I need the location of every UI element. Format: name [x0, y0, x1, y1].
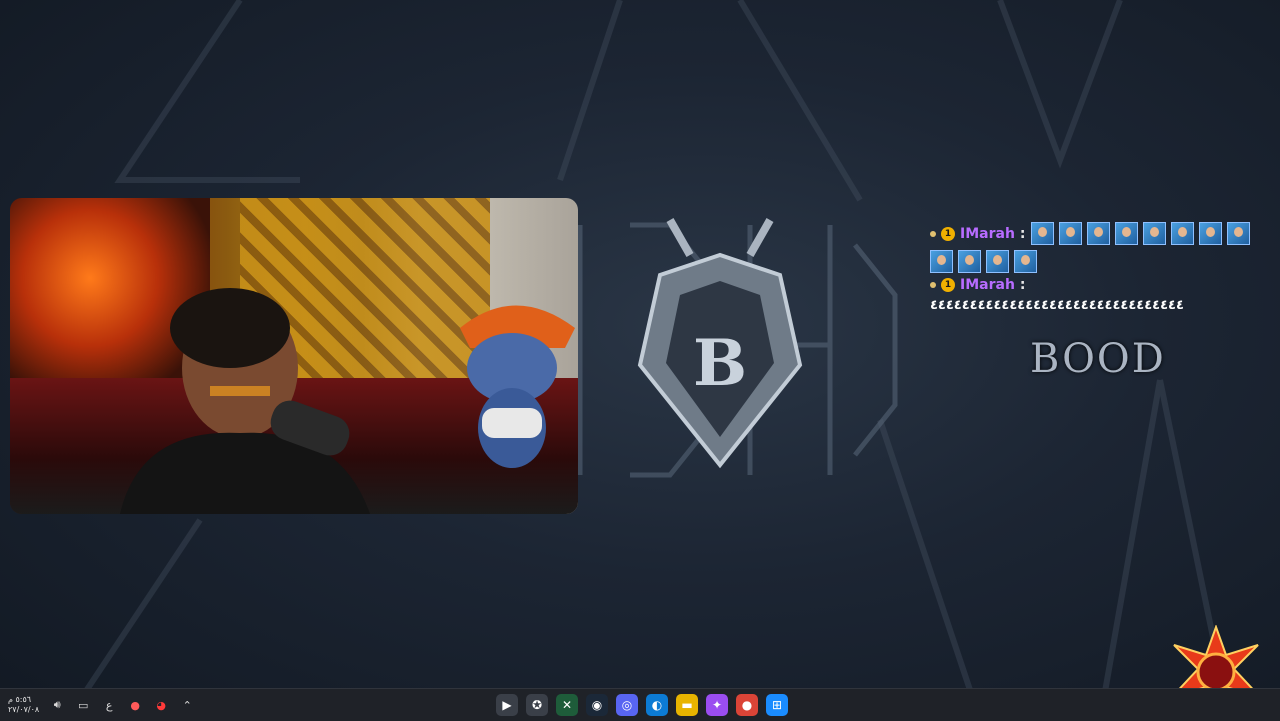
- chat-emote-icon: [1198, 222, 1222, 245]
- clock-time: ٥:٥٦ م: [8, 695, 32, 704]
- chat-message: 1 IMarah : ٤٤٤٤٤٤٤٤٤٤٤٤٤٤٤٤٤٤٤٤٤٤٤٤٤٤٤٤٤…: [930, 277, 1260, 313]
- chat-emote-icon: [958, 250, 981, 273]
- chat-username: IMarah: [960, 277, 1015, 293]
- clock[interactable]: ٥:٥٦ م ٢٧/٠٧/٠٨: [8, 695, 39, 715]
- chrome-icon[interactable]: ●: [736, 694, 758, 716]
- moderator-icon: [930, 282, 936, 288]
- bood-shield-logo: B: [577, 218, 898, 478]
- windows-start-icon[interactable]: ⊞: [766, 694, 788, 716]
- system-tray: ٥:٥٦ م ٢٧/٠٧/٠٨ 🔊︎ ▭ ع ● ◕ ⌃: [8, 689, 195, 721]
- chat-emote-icon: [930, 250, 953, 273]
- chat-emote-icon: [1226, 222, 1250, 245]
- webcam-feed: [10, 198, 578, 514]
- taskbar-apps: ▶ ✪ ✕ ◉ ◎ ◐ ▬ ✦ ● ⊞: [496, 693, 788, 717]
- chat-separator: :: [1019, 277, 1026, 293]
- copilot-icon[interactable]: ✦: [706, 694, 728, 716]
- clock-date: ٢٧/٠٧/٠٨: [8, 705, 40, 714]
- steam-icon[interactable]: ◉: [586, 694, 608, 716]
- network-icon[interactable]: ▭: [75, 697, 91, 713]
- taskbar: ٥:٥٦ م ٢٧/٠٧/٠٨ 🔊︎ ▭ ع ● ◕ ⌃ ▶ ✪ ✕ ◉ ◎ ◐ ▬ ✦ ● ⊞: [0, 688, 1280, 721]
- file-explorer-icon[interactable]: ▬: [676, 694, 698, 716]
- chevron-up-icon[interactable]: ⌃: [179, 697, 195, 713]
- brand-text: BOOD: [1030, 336, 1166, 382]
- discord-icon[interactable]: ◎: [616, 694, 638, 716]
- chat-emote-icon: [986, 250, 1009, 273]
- chat-emote-icon: [1170, 222, 1194, 245]
- svg-text:B: B: [693, 326, 747, 401]
- xbox-icon[interactable]: ✪: [526, 694, 548, 716]
- streamer: [120, 288, 370, 514]
- chat-emote-icon: [1086, 222, 1110, 245]
- moderator-icon: [930, 230, 936, 237]
- subscriber-badge: 1: [941, 226, 955, 241]
- chat-message: 1 IMarah :: [930, 222, 1260, 273]
- media-player-icon[interactable]: ▶: [496, 694, 518, 716]
- microphone-icon[interactable]: ●: [127, 697, 143, 713]
- chat-message-text: ٤٤٤٤٤٤٤٤٤٤٤٤٤٤٤٤٤٤٤٤٤٤٤٤٤٤٤٤٤٤٤٤: [930, 298, 1185, 313]
- chat-overlay: 1 IMarah : 1 IMarah : ٤٤٤٤٤٤٤٤٤٤٤٤٤٤٤٤٤٤…: [930, 222, 1260, 317]
- chat-username: IMarah: [960, 225, 1015, 242]
- chat-emote-icon: [1142, 222, 1166, 245]
- chat-emote-icon: [1114, 222, 1138, 245]
- volume-icon[interactable]: 🔊︎: [49, 697, 65, 713]
- language-indicator[interactable]: ع: [101, 697, 117, 713]
- excel-icon[interactable]: ✕: [556, 694, 578, 716]
- chat-separator: :: [1019, 225, 1026, 242]
- chat-emote-icon: [1058, 222, 1082, 245]
- recording-icon[interactable]: ◕: [153, 697, 169, 713]
- stitch-plush: [460, 305, 575, 468]
- edge-icon[interactable]: ◐: [646, 694, 668, 716]
- subscriber-badge: 1: [941, 278, 955, 292]
- chat-emote-icon: [1014, 250, 1037, 273]
- chat-emote-icon: [1030, 222, 1054, 245]
